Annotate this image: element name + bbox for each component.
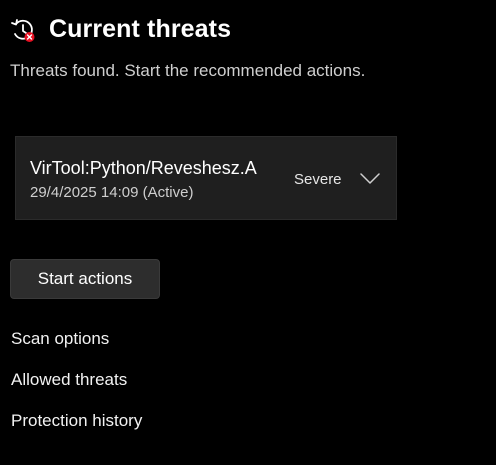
allowed-threats-link[interactable]: Allowed threats: [11, 370, 127, 390]
page-subtitle: Threats found. Start the recommended act…: [10, 61, 366, 80]
start-actions-button[interactable]: Start actions: [10, 259, 160, 299]
threat-severity: Severe: [294, 171, 342, 188]
history-clock-warning-icon: [11, 19, 35, 42]
current-threats-page: Current threats Threats found. Start the…: [0, 0, 496, 465]
threat-date-status: 29/4/2025 14:09 (Active): [30, 184, 194, 201]
chevron-down-icon[interactable]: [360, 172, 380, 186]
protection-history-link[interactable]: Protection history: [11, 411, 142, 431]
page-title: Current threats: [49, 15, 232, 43]
threat-card[interactable]: VirTool:Python/Reveshesz.A 29/4/2025 14:…: [15, 136, 397, 220]
scan-options-link[interactable]: Scan options: [11, 329, 109, 349]
threat-name: VirTool:Python/Reveshesz.A: [30, 158, 257, 178]
